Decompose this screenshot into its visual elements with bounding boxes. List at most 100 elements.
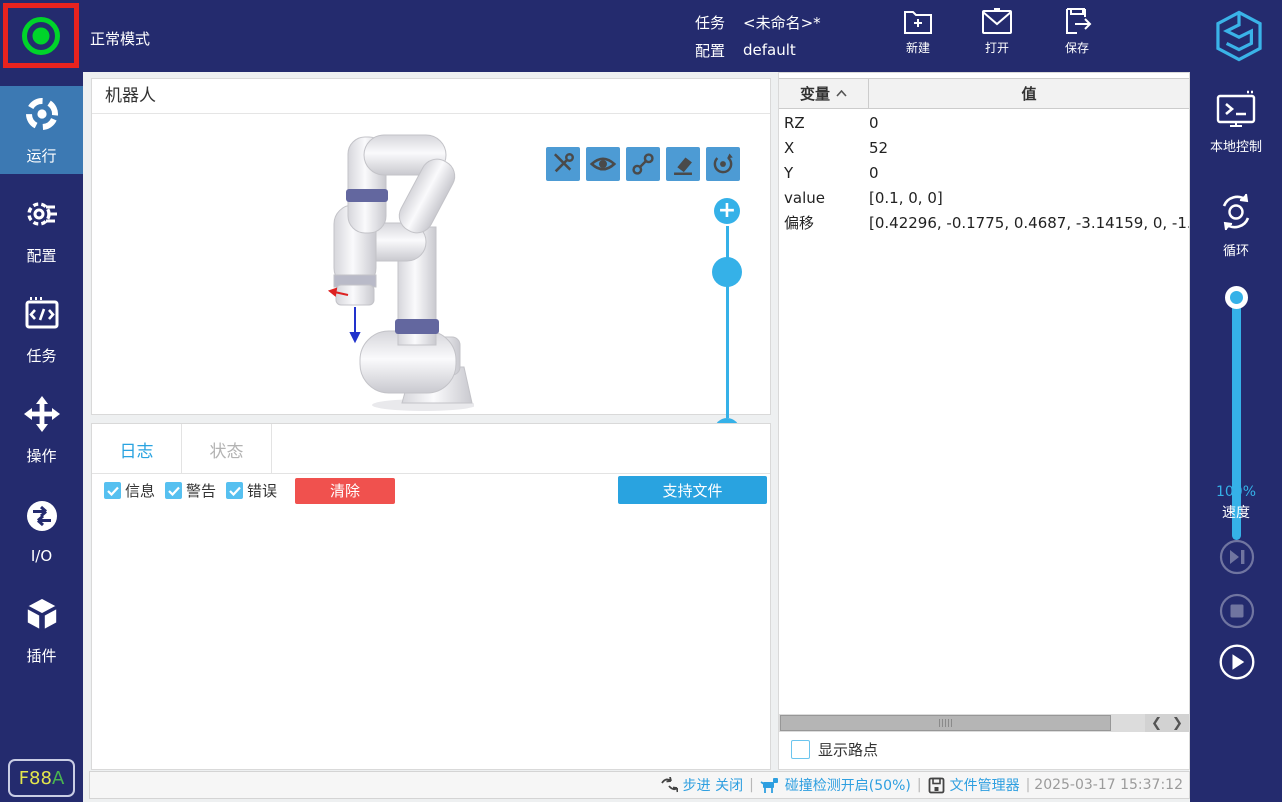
log-panel: 日志 状态 信息 警告 错误 清除 支持文件	[91, 423, 771, 770]
speed-label: 速度	[1190, 502, 1282, 522]
play-icon	[1218, 641, 1256, 683]
robot-arm-image	[324, 131, 474, 413]
eraser-icon	[670, 151, 696, 177]
clear-log-button[interactable]: 清除	[295, 478, 395, 504]
robot-status-indicator[interactable]	[22, 17, 60, 55]
task-icon	[22, 294, 62, 338]
show-waypoints-row: 显示路点	[791, 739, 878, 760]
speed-slider-knob[interactable]	[1225, 286, 1248, 309]
scroll-right-icon[interactable]: ❯	[1172, 716, 1183, 731]
variable-name: RZ	[779, 114, 869, 132]
status-timestamp: 2025-03-17 15:37:12	[1030, 777, 1183, 793]
step-mode-icon	[660, 777, 678, 793]
horizontal-scrollbar[interactable]: ❮ ❯	[779, 714, 1189, 732]
filter-error[interactable]: 错误	[226, 480, 277, 501]
show-waypoints-label: 显示路点	[818, 739, 878, 760]
robot-model-badge[interactable]: F88A	[8, 759, 75, 797]
scrollbar-thumb[interactable]	[780, 715, 1111, 731]
show-waypoints-checkbox[interactable]	[791, 740, 810, 759]
speed-percent: 100%	[1190, 484, 1282, 500]
file-manager-icon	[928, 777, 945, 794]
sort-asc-icon	[836, 90, 847, 97]
sidebar-item-io[interactable]: I/O	[0, 486, 83, 574]
error-checkbox[interactable]	[226, 482, 243, 499]
loop-button[interactable]: 循环	[1190, 190, 1282, 259]
jog-icon	[22, 394, 62, 438]
variables-header: 变量 值	[779, 78, 1189, 109]
zoom-slider-track[interactable]	[726, 226, 729, 418]
warning-checkbox[interactable]	[165, 482, 182, 499]
file-manager-button[interactable]: 文件管理器	[922, 775, 1026, 795]
table-row[interactable]: value [0.1, 0, 0]	[779, 185, 1189, 210]
path-button[interactable]	[626, 147, 660, 181]
tools-button[interactable]	[546, 147, 580, 181]
run-icon	[22, 94, 62, 138]
log-content	[92, 508, 770, 769]
io-icon	[22, 496, 62, 540]
eye-icon	[589, 151, 617, 177]
new-task-button[interactable]: 新建	[886, 6, 950, 56]
check-icon	[168, 486, 180, 496]
visibility-button[interactable]	[586, 147, 620, 181]
table-row[interactable]: 偏移 [0.42296, -0.1775, 0.4687, -3.14159, …	[779, 210, 1189, 235]
brand-logo-icon	[1214, 10, 1264, 66]
collision-detection-status[interactable]: 碰撞检测开启(50%)	[754, 775, 917, 795]
rotate-icon	[710, 151, 736, 177]
step-forward-button[interactable]	[1218, 538, 1256, 576]
variable-value: [0.42296, -0.1775, 0.4687, -3.14159, 0, …	[869, 214, 1189, 232]
sidebar-item-plugin[interactable]: 插件	[0, 586, 83, 674]
sidebar-item-run[interactable]: 运行	[0, 86, 83, 174]
filter-info[interactable]: 信息	[104, 480, 155, 501]
save-button[interactable]: 保存	[1045, 6, 1109, 56]
local-control-button[interactable]: 本地控制	[1190, 90, 1282, 155]
tab-status[interactable]: 状态	[182, 424, 272, 474]
step-mode-status[interactable]: 步进 关闭	[654, 775, 749, 795]
loop-label: 循环	[1190, 240, 1282, 259]
tab-log[interactable]: 日志	[92, 424, 182, 474]
model-badge-text: F88	[19, 768, 52, 789]
stop-icon	[1218, 592, 1256, 630]
task-label: 任务	[695, 12, 725, 33]
check-icon	[107, 486, 119, 496]
stop-button[interactable]	[1218, 592, 1256, 630]
value-column-header[interactable]: 值	[869, 79, 1189, 108]
mode-label: 正常模式	[90, 28, 150, 49]
variable-name: value	[779, 189, 869, 207]
config-value: default	[743, 41, 796, 59]
robot-3d-view[interactable]	[324, 131, 474, 417]
filter-info-label: 信息	[125, 480, 155, 501]
filter-error-label: 错误	[247, 480, 277, 501]
path-icon	[630, 151, 656, 177]
sidebar-item-label: 插件	[26, 645, 56, 666]
task-value: <未命名>*	[743, 12, 821, 33]
zoom-slider-knob[interactable]	[712, 257, 742, 287]
collision-detection-icon	[760, 777, 780, 794]
sidebar-item-label: I/O	[31, 547, 52, 565]
robot-panel-title: 机器人	[92, 79, 770, 114]
filter-warning[interactable]: 警告	[165, 480, 216, 501]
save-icon	[1045, 6, 1109, 36]
support-file-button[interactable]: 支持文件	[618, 476, 767, 504]
table-row[interactable]: X 52	[779, 135, 1189, 160]
variables-panel: 变量 值 RZ 0 X 52 Y 0 value [0.1, 0, 0] 偏移 …	[778, 72, 1190, 770]
variable-column-header[interactable]: 变量	[779, 79, 869, 108]
play-button[interactable]	[1218, 643, 1256, 681]
step-forward-icon	[1218, 538, 1256, 576]
info-checkbox[interactable]	[104, 482, 121, 499]
tools-icon	[550, 151, 576, 177]
sidebar-item-jog[interactable]: 操作	[0, 386, 83, 474]
table-row[interactable]: Y 0	[779, 160, 1189, 185]
sidebar-item-config[interactable]: 配置	[0, 186, 83, 274]
variables-table: RZ 0 X 52 Y 0 value [0.1, 0, 0] 偏移 [0.42…	[779, 110, 1189, 235]
robot-view-panel: 机器人	[91, 78, 771, 415]
sidebar-item-task[interactable]: 任务	[0, 286, 83, 374]
scroll-left-icon[interactable]: ❮	[1151, 716, 1162, 731]
eraser-button[interactable]	[666, 147, 700, 181]
zoom-in-button[interactable]: +	[714, 198, 740, 224]
check-icon	[229, 486, 241, 496]
open-button[interactable]: 打开	[965, 6, 1029, 56]
filter-warning-label: 警告	[186, 480, 216, 501]
top-bar: 正常模式 任务 <未命名>* 配置 default 新建 打开	[0, 0, 1282, 72]
table-row[interactable]: RZ 0	[779, 110, 1189, 135]
rotate-view-button[interactable]	[706, 147, 740, 181]
